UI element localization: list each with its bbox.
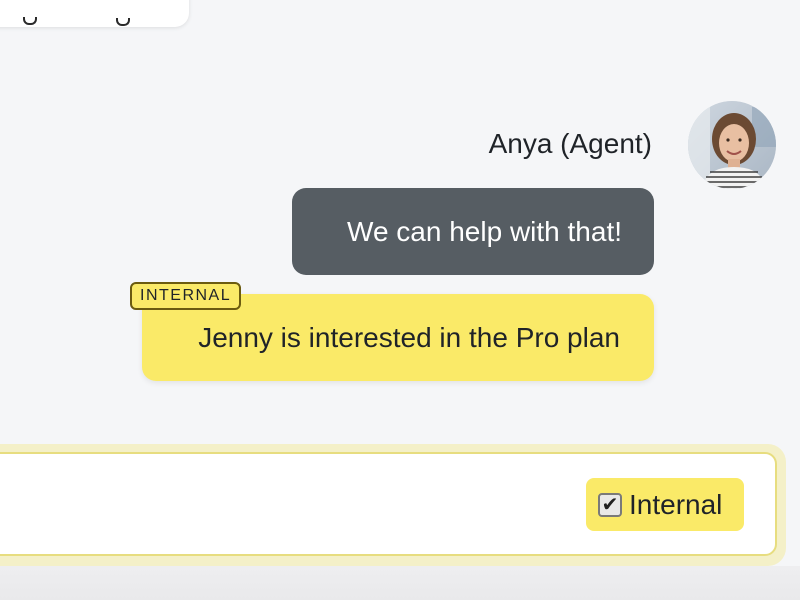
agent-message-bubble: We can help with that! [292, 188, 654, 275]
agent-message-text: We can help with that! [347, 215, 622, 247]
user-photo-icon [688, 101, 776, 189]
agent-name: Anya (Agent) [488, 128, 652, 159]
bottom-divider [0, 566, 800, 600]
internal-toggle[interactable]: ✔ Internal [586, 478, 744, 531]
previous-message-bubble [0, 0, 189, 27]
internal-note-text: Jenny is interested in the Pro plan [198, 321, 620, 353]
checkmark-icon: ✔ [601, 493, 619, 516]
internal-checkbox[interactable]: ✔ [598, 492, 622, 517]
internal-badge: INTERNAL [130, 282, 242, 310]
agent-avatar[interactable] [688, 101, 776, 189]
previous-message-descender-glyph [116, 18, 130, 26]
message-input[interactable] [12, 474, 536, 536]
previous-message-descender-glyph [23, 17, 37, 25]
chat-view: Anya (Agent) We can help with that! Jenn… [0, 0, 800, 600]
internal-toggle-label: Internal [629, 488, 723, 520]
